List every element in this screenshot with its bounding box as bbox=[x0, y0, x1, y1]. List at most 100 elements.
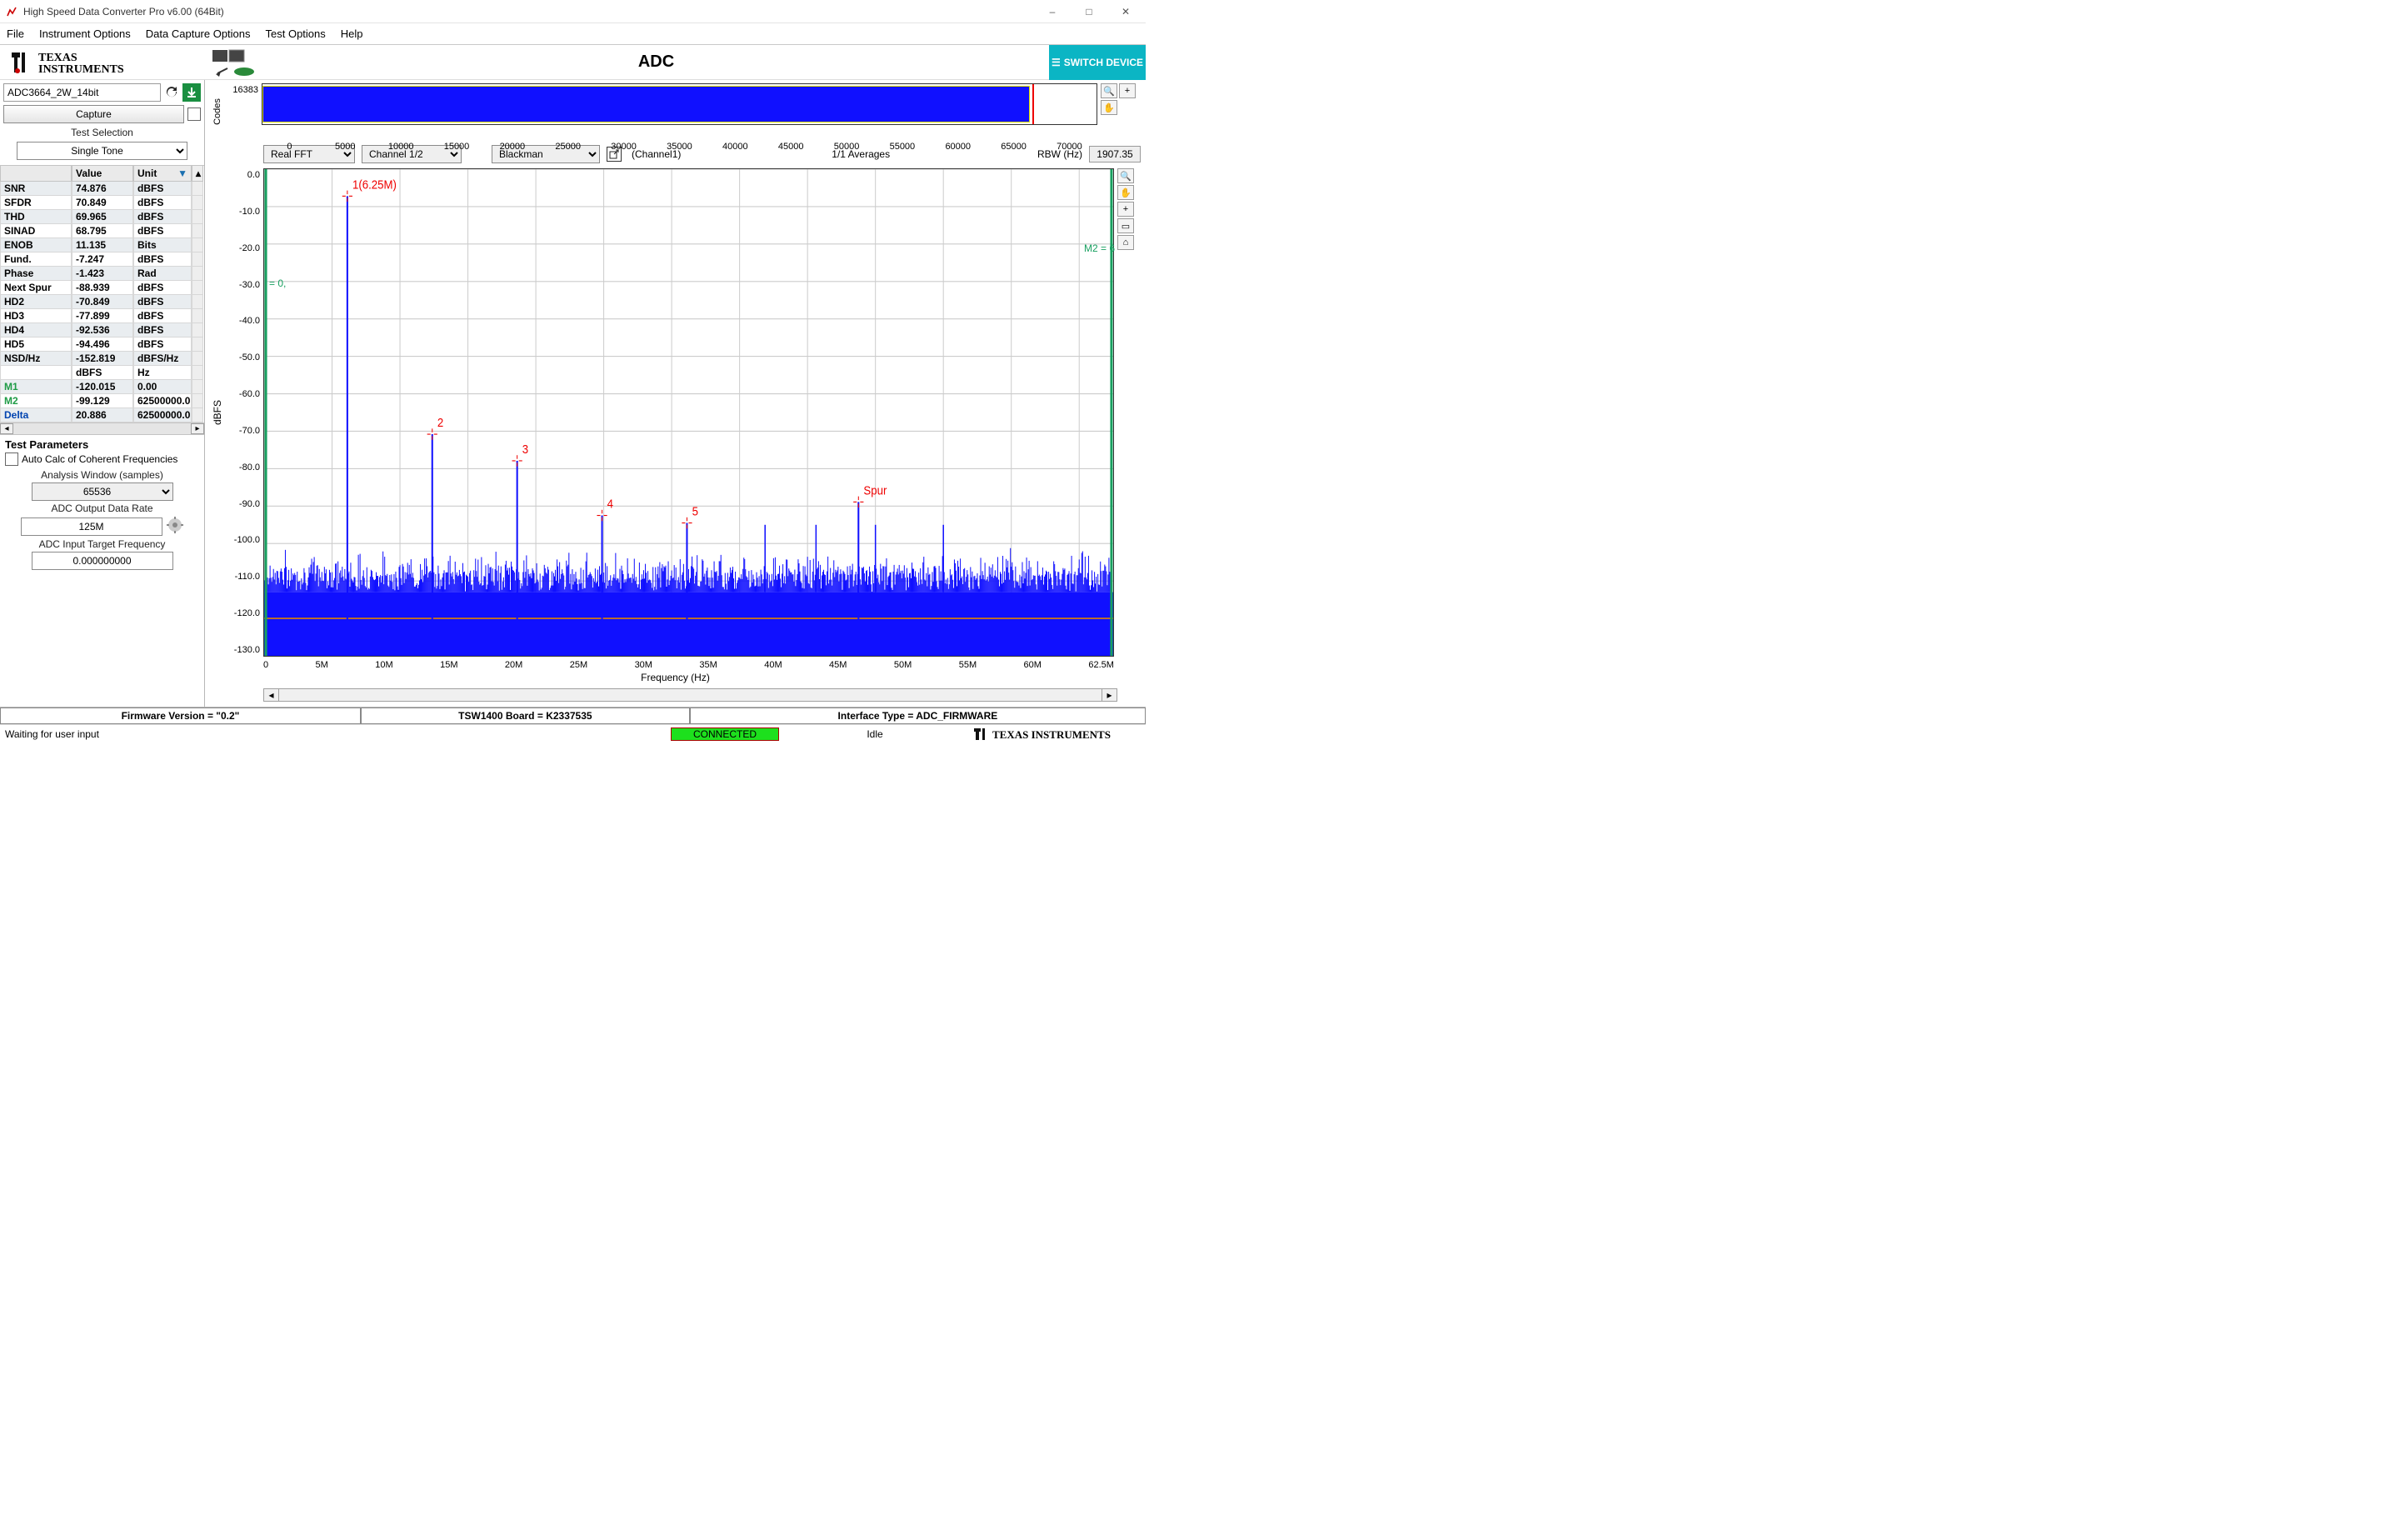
fft-x-ticks: 05M10M15M20M25M30M35M40M45M50M55M60M62.5… bbox=[208, 660, 1142, 670]
svg-text:TEXAS INSTRUMENTS: TEXAS INSTRUMENTS bbox=[992, 728, 1111, 741]
hscroll-left-icon[interactable]: ◂ bbox=[264, 689, 279, 701]
scroll-up-icon[interactable]: ▴ bbox=[192, 166, 203, 182]
codes-fill bbox=[262, 86, 1030, 122]
table-row[interactable]: Phase-1.423Rad bbox=[0, 267, 204, 281]
fft-reset-icon[interactable]: ⌂ bbox=[1117, 235, 1134, 250]
table-row[interactable]: SINAD68.795dBFS bbox=[0, 224, 204, 238]
table-row[interactable]: ENOB11.135Bits bbox=[0, 238, 204, 252]
window-title: High Speed Data Converter Pro v6.00 (64B… bbox=[23, 6, 1037, 18]
table-header-empty bbox=[0, 166, 72, 182]
table-row[interactable]: HD5-94.496dBFS bbox=[0, 338, 204, 352]
table-row[interactable]: SNR74.876dBFS bbox=[0, 182, 204, 196]
svg-text:5: 5 bbox=[692, 504, 699, 518]
switch-device-label: SWITCH DEVICE bbox=[1064, 57, 1143, 68]
status-connected: CONNECTED bbox=[671, 728, 779, 741]
svg-text:Spur: Spur bbox=[863, 483, 887, 498]
fft-y-ticks: 0.0-10.0-20.0-30.0-40.0-50.0-60.0-70.0-8… bbox=[227, 168, 263, 657]
svg-text:2: 2 bbox=[437, 415, 444, 429]
pan-icon[interactable]: ✋ bbox=[1101, 100, 1117, 115]
test-parameters: Test Parameters Auto Calc of Coherent Fr… bbox=[0, 434, 204, 573]
analysis-window-select[interactable]: 65536 bbox=[32, 482, 173, 501]
gear-icon[interactable] bbox=[166, 516, 184, 537]
codes-end-marker bbox=[1032, 84, 1034, 124]
adc-rate-input[interactable] bbox=[21, 518, 162, 536]
svg-text:1(6.25M): 1(6.25M) bbox=[352, 178, 397, 192]
zoom-icon[interactable]: 🔍 bbox=[1101, 83, 1117, 98]
table-header-value[interactable]: Value bbox=[72, 166, 133, 182]
table-row[interactable]: M1-120.0150.00 bbox=[0, 380, 204, 394]
codes-x-ticks: 0500010000150002000025000300003500040000… bbox=[262, 142, 1097, 155]
fft-zoom-icon[interactable]: 🔍 bbox=[1117, 168, 1134, 183]
page-title: ADC bbox=[263, 52, 1049, 72]
plot-pane: Codes 16383 0500010000150002000025000300… bbox=[205, 80, 1146, 707]
switch-device-button[interactable]: ☰ SWITCH DEVICE bbox=[1049, 45, 1146, 80]
svg-text:INSTRUMENTS: INSTRUMENTS bbox=[38, 63, 124, 76]
table-header-unit[interactable]: Unit ▼ bbox=[133, 166, 192, 182]
hscroll-right-icon[interactable]: ▸ bbox=[1102, 689, 1117, 701]
auto-calc-checkbox[interactable]: Auto Calc of Coherent Frequencies bbox=[5, 452, 199, 466]
scroll-left-icon[interactable]: ◂ bbox=[0, 423, 13, 434]
status-idle: Idle bbox=[779, 728, 971, 740]
menubar: File Instrument Options Data Capture Opt… bbox=[0, 23, 1146, 45]
table-row[interactable]: M2-99.12962500000.0 bbox=[0, 394, 204, 408]
table-h-scrollbar[interactable]: ◂▸ bbox=[0, 422, 204, 434]
table-row[interactable]: SFDR70.849dBFS bbox=[0, 196, 204, 210]
svg-text:3: 3 bbox=[522, 442, 529, 456]
capture-checkbox[interactable] bbox=[187, 108, 201, 121]
table-row[interactable]: HD2-70.849dBFS bbox=[0, 295, 204, 309]
maximize-button[interactable]: □ bbox=[1074, 2, 1104, 21]
fft-x-label: Frequency (Hz) bbox=[205, 672, 1146, 687]
table-row[interactable]: THD69.965dBFS bbox=[0, 210, 204, 224]
codes-axis-label: Codes bbox=[208, 83, 227, 140]
table-row[interactable]: Delta20.88662500000.0 bbox=[0, 408, 204, 422]
app-icon bbox=[5, 5, 18, 18]
download-icon[interactable] bbox=[182, 83, 201, 102]
refresh-icon[interactable] bbox=[162, 83, 181, 102]
svg-text:TEXAS: TEXAS bbox=[38, 52, 77, 64]
scroll-right-icon[interactable]: ▸ bbox=[191, 423, 204, 434]
status-waiting: Waiting for user input bbox=[0, 728, 671, 740]
cursor-add-icon[interactable]: + bbox=[1119, 83, 1136, 98]
menu-data-capture-options[interactable]: Data Capture Options bbox=[146, 28, 251, 40]
test-selection-select[interactable]: Single Tone bbox=[17, 142, 187, 160]
menu-test-options[interactable]: Test Options bbox=[266, 28, 326, 40]
fft-plot[interactable]: 1(6.25M) 2 3 4 5 Spur = 0, M2 = 6 bbox=[263, 168, 1114, 657]
fft-pan-icon[interactable]: ✋ bbox=[1117, 185, 1134, 200]
titlebar: High Speed Data Converter Pro v6.00 (64B… bbox=[0, 0, 1146, 23]
menu-file[interactable]: File bbox=[7, 28, 24, 40]
test-parameters-title: Test Parameters bbox=[5, 438, 199, 451]
status-ti-logo: TEXAS INSTRUMENTS bbox=[971, 727, 1146, 742]
fft-cursor-add-icon[interactable]: + bbox=[1117, 202, 1134, 217]
codes-y-ticks: 16383 bbox=[227, 83, 262, 140]
close-button[interactable]: ✕ bbox=[1111, 2, 1141, 21]
marker-m2-label: M2 = 6 bbox=[1084, 242, 1115, 254]
codes-plot[interactable] bbox=[262, 83, 1097, 125]
fft-h-scrollbar[interactable]: ◂▸ bbox=[263, 688, 1117, 702]
svg-text:4: 4 bbox=[607, 497, 614, 511]
marker-m1-label: = 0, bbox=[269, 278, 286, 289]
sidebar: Capture Test Selection Single Tone Value… bbox=[0, 80, 205, 707]
list-icon: ☰ bbox=[1052, 57, 1061, 68]
table-row[interactable]: Fund.-7.247dBFS bbox=[0, 252, 204, 267]
table-row[interactable]: dBFSHz bbox=[0, 366, 204, 380]
metrics-table: Value Unit ▼ ▴ SNR74.876dBFSSFDR70.849dB… bbox=[0, 165, 204, 434]
table-row[interactable]: HD4-92.536dBFS bbox=[0, 323, 204, 338]
menu-instrument-options[interactable]: Instrument Options bbox=[39, 28, 131, 40]
test-selection-label: Test Selection bbox=[0, 125, 204, 140]
ti-logo: TEXAS INSTRUMENTS bbox=[0, 48, 205, 78]
adc-target-label: ADC Input Target Frequency bbox=[5, 537, 199, 552]
device-icon bbox=[205, 48, 263, 77]
auto-calc-label: Auto Calc of Coherent Frequencies bbox=[22, 453, 177, 465]
menu-help[interactable]: Help bbox=[341, 28, 363, 40]
table-row[interactable]: NSD/Hz-152.819dBFS/Hz bbox=[0, 352, 204, 366]
device-select[interactable] bbox=[3, 83, 161, 102]
header-row: TEXAS INSTRUMENTS ADC ☰ SWITCH DEVICE bbox=[0, 45, 1146, 80]
fft-select-icon[interactable]: ▭ bbox=[1117, 218, 1134, 233]
minimize-button[interactable]: – bbox=[1037, 2, 1067, 21]
table-row[interactable]: HD3-77.899dBFS bbox=[0, 309, 204, 323]
status-firmware: Firmware Version = "0.2" bbox=[0, 708, 361, 724]
analysis-window-label: Analysis Window (samples) bbox=[5, 468, 199, 482]
capture-button[interactable]: Capture bbox=[3, 105, 184, 123]
adc-target-input[interactable] bbox=[32, 552, 173, 570]
table-row[interactable]: Next Spur-88.939dBFS bbox=[0, 281, 204, 295]
